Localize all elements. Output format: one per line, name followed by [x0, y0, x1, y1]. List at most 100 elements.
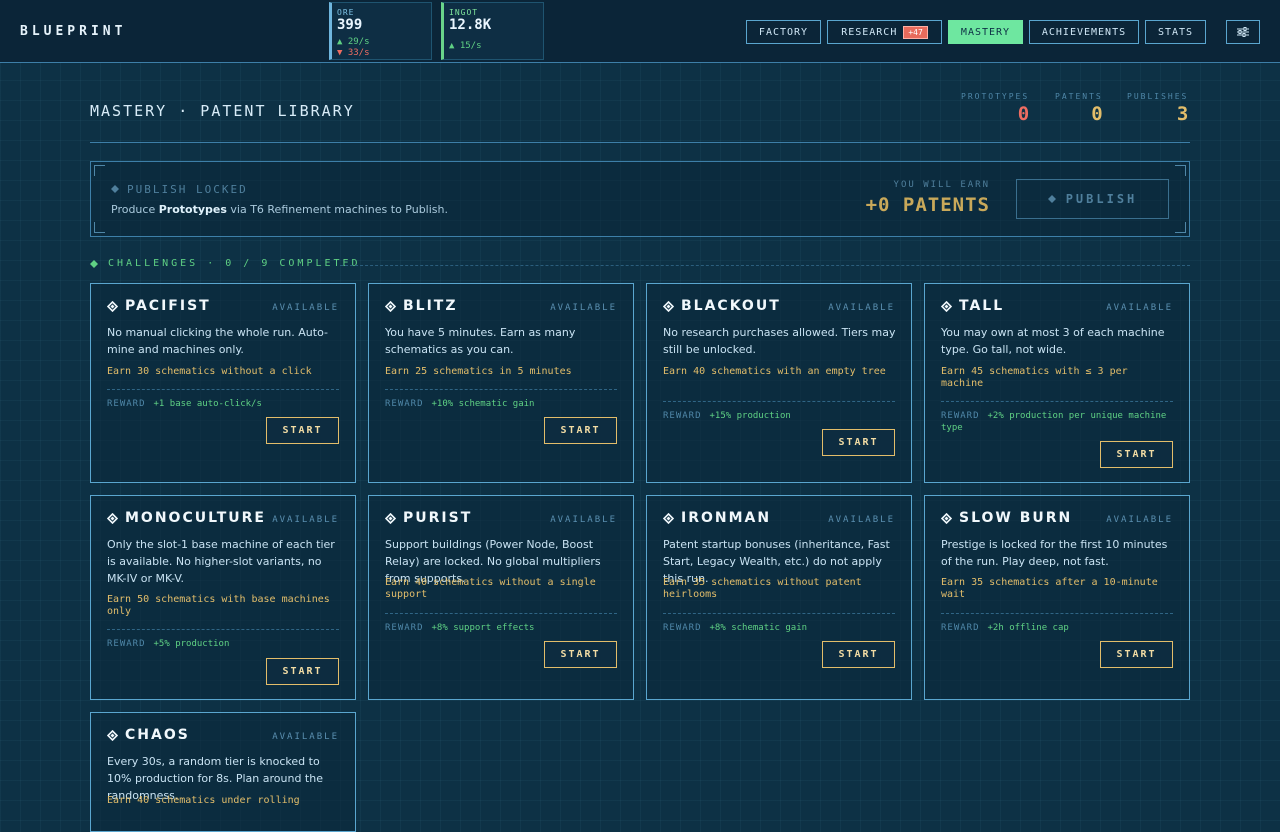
stat-label: PATENTS: [1055, 92, 1103, 101]
challenge-name-text: MONOCULTURE: [125, 510, 266, 526]
challenge-divider: [385, 613, 617, 614]
challenge-description: No manual clicking the whole run. Auto-m…: [107, 326, 328, 356]
start-button[interactable]: START: [1100, 441, 1173, 468]
desc-text: Produce: [111, 203, 159, 216]
diamond-icon: [941, 512, 952, 524]
challenge-status: AVAILABLE: [1106, 303, 1173, 313]
settings-button[interactable]: [1226, 20, 1260, 44]
challenge-goal: Earn 35 schematics without patent heirlo…: [663, 577, 862, 600]
challenge-name-text: IRONMAN: [681, 510, 772, 526]
challenge-reward: REWARD +15% production: [663, 410, 897, 422]
challenge-card: TALL AVAILABLE You may own at most 3 of ea…: [924, 283, 1190, 483]
start-button[interactable]: START: [266, 658, 339, 685]
top-bar: BLUEPRINT ORE 399 ▲ 29/s ▼ 33/s INGOT 12…: [0, 0, 1280, 63]
reward-value: +8% support effects: [431, 623, 535, 633]
start-button[interactable]: START: [544, 641, 617, 668]
reward-label: REWARD: [663, 411, 702, 421]
reward-value: +10% schematic gain: [431, 399, 535, 409]
panel-corner: [94, 222, 105, 233]
reward-label: REWARD: [107, 639, 146, 649]
diamond-icon: [107, 300, 118, 312]
challenge-name: CHAOS: [107, 727, 190, 743]
challenge-reward: REWARD +1 base auto-click/s: [107, 398, 341, 410]
start-button[interactable]: START: [1100, 641, 1173, 668]
reward-label: REWARD: [385, 399, 424, 409]
nav-label: FACTORY: [758, 26, 809, 38]
start-button[interactable]: START: [544, 417, 617, 444]
diamond-icon: [385, 300, 396, 312]
challenge-goal: Earn 50 schematics with base machines on…: [107, 594, 330, 617]
header-divider: [90, 142, 1190, 143]
nav-research[interactable]: RESEARCH +47: [827, 20, 942, 44]
publish-button[interactable]: PUBLISH: [1016, 179, 1169, 219]
challenge-status: AVAILABLE: [272, 515, 339, 525]
challenge-status: AVAILABLE: [272, 303, 339, 313]
nav-mastery[interactable]: MASTERY: [948, 20, 1023, 44]
stat-label: PUBLISHES: [1127, 92, 1189, 101]
challenges-heading-text: CHALLENGES · 0 / 9 COMPLETED: [108, 258, 361, 269]
resource-value: 399: [337, 17, 363, 33]
desc-highlight: Prototypes: [158, 203, 227, 216]
challenge-divider: [663, 613, 895, 614]
challenge-name-text: TALL: [959, 298, 1005, 314]
challenge-name: TALL: [941, 298, 1004, 314]
start-button[interactable]: START: [822, 641, 895, 668]
resource-name: ORE: [337, 8, 355, 17]
challenge-card: PURIST AVAILABLE Support buildings (Power …: [368, 495, 634, 700]
diamond-icon: [1047, 195, 1056, 203]
stat-patents: PATENTS 0: [1055, 92, 1103, 125]
challenge-reward: REWARD +2% production per unique machine …: [941, 410, 1175, 434]
challenge-reward: REWARD +5% production: [107, 638, 341, 650]
nav-label: STATS: [1157, 26, 1194, 38]
diamond-icon: [90, 259, 98, 268]
diamond-icon: [663, 512, 674, 524]
challenge-name-text: BLACKOUT: [681, 298, 781, 314]
stat-publishes: PUBLISHES 3: [1127, 92, 1188, 125]
nav-factory[interactable]: FACTORY: [746, 20, 821, 44]
challenge-card: PACIFIST AVAILABLE No manual clicking the …: [90, 283, 356, 483]
start-button[interactable]: START: [822, 429, 895, 456]
challenge-divider: [107, 389, 339, 390]
start-button[interactable]: START: [266, 417, 339, 444]
diamond-icon: [107, 512, 118, 524]
reward-label: REWARD: [385, 623, 424, 633]
reward-value: +15% production: [709, 411, 791, 421]
reward-label: REWARD: [663, 623, 702, 633]
challenge-status: AVAILABLE: [550, 303, 617, 313]
panel-corner: [94, 165, 105, 176]
nav-label: MASTERY: [960, 26, 1011, 38]
challenge-description: You have 5 minutes. Earn as many schemat…: [385, 326, 576, 356]
earn-value: +0 PATENTS: [865, 194, 990, 216]
nav-stats[interactable]: STATS: [1145, 20, 1206, 44]
challenge-goal: Earn 35 schematics after a 10-minute wai…: [941, 577, 1158, 600]
stat-value: 3: [1176, 103, 1189, 125]
diamond-icon: [941, 300, 952, 312]
challenge-goal: Earn 40 schematics without a single supp…: [385, 577, 596, 600]
challenge-name-text: BLITZ: [403, 298, 458, 314]
challenge-card: BLITZ AVAILABLE You have 5 minutes. Earn a…: [368, 283, 634, 483]
challenge-reward: REWARD +8% schematic gain: [663, 622, 897, 634]
challenge-divider: [663, 401, 895, 402]
resource-value: 12.8K: [449, 17, 492, 33]
research-count-badge: +47: [903, 25, 928, 39]
challenge-reward: REWARD +8% support effects: [385, 622, 619, 634]
desc-text: via T6 Refinement machines to Publish.: [226, 203, 448, 216]
challenge-description: No research purchases allowed. Tiers may…: [663, 326, 896, 356]
challenge-goal: Earn 25 schematics in 5 minutes: [385, 366, 572, 377]
challenge-card: SLOW BURN AVAILABLE Prestige is locked for…: [924, 495, 1190, 700]
resource-ingot: INGOT 12.8K ▲ 15/s: [441, 2, 544, 60]
challenge-divider: [385, 389, 617, 390]
challenge-card: CHAOS AVAILABLE Every 30s, a random tier i…: [90, 712, 356, 832]
earn-label: YOU WILL EARN: [893, 180, 990, 190]
challenge-status: AVAILABLE: [272, 732, 339, 742]
challenge-status: AVAILABLE: [1106, 515, 1173, 525]
reward-value: +8% schematic gain: [709, 623, 808, 633]
challenge-name: PURIST: [385, 510, 472, 526]
challenges-heading: CHALLENGES · 0 / 9 COMPLETED: [90, 258, 361, 269]
challenge-goal: Earn 45 schematics with ≤ 3 per machine: [941, 366, 1128, 389]
challenge-name: IRONMAN: [663, 510, 771, 526]
app-brand: BLUEPRINT: [20, 24, 127, 39]
challenge-name: BLITZ: [385, 298, 458, 314]
challenges-divider: [340, 265, 1190, 266]
nav-achievements[interactable]: ACHIEVEMENTS: [1029, 20, 1139, 44]
